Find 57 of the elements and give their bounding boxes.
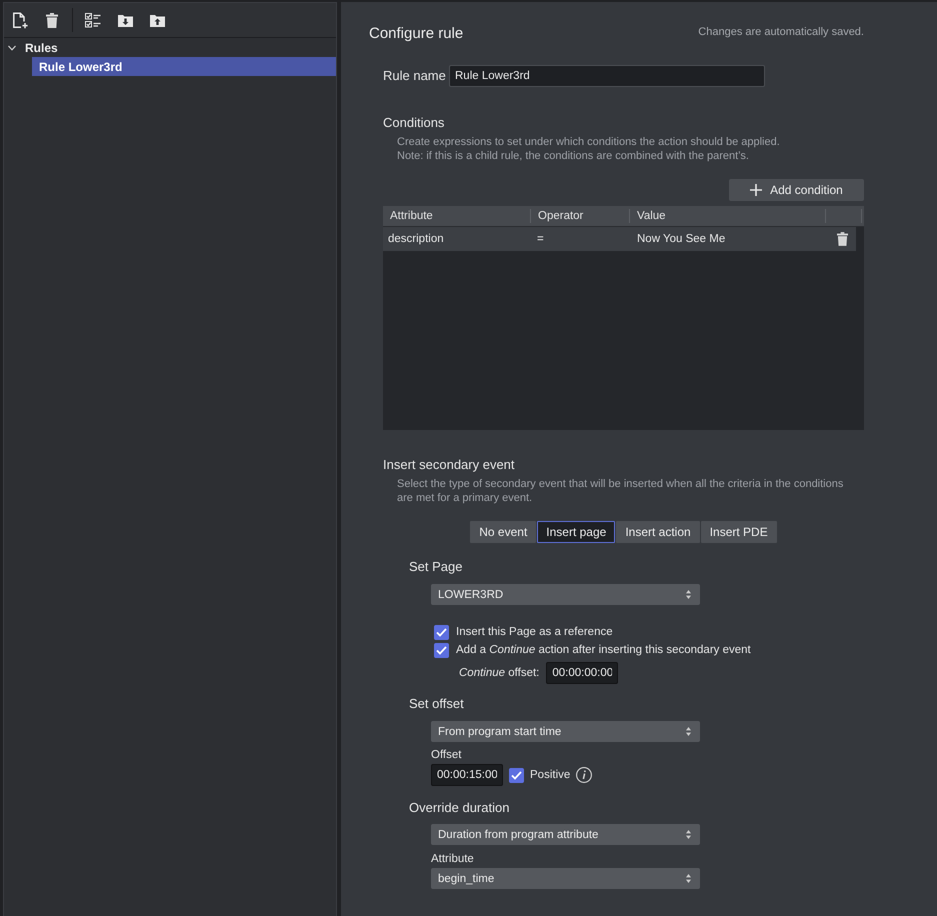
sort-arrows-icon — [686, 727, 691, 736]
event-type-tab[interactable]: Insert page — [537, 521, 616, 543]
section-title: Insert secondary event — [383, 457, 516, 473]
checklist-icon[interactable] — [85, 12, 101, 28]
trash-icon[interactable] — [837, 232, 848, 246]
field-label: Offset — [431, 748, 462, 762]
trash-icon[interactable] — [46, 12, 58, 28]
tree-item[interactable]: Rules — [4, 38, 336, 57]
checkmark-icon — [511, 770, 522, 780]
duration-select[interactable]: Duration from program attribute — [431, 824, 700, 845]
plus-icon — [750, 184, 762, 196]
attribute-select[interactable]: begin_time — [431, 868, 700, 889]
table-cell-text: = — [536, 233, 545, 245]
checkbox[interactable] — [434, 642, 449, 658]
checkbox[interactable] — [509, 768, 524, 782]
checkmark-icon — [436, 628, 447, 636]
checkbox-label: Add a Continue action after inserting this secondary event — [456, 644, 751, 656]
new-file-icon[interactable] — [12, 12, 28, 28]
checkbox[interactable] — [434, 624, 449, 640]
event-type-tab[interactable]: No event — [470, 521, 536, 543]
table-cell-text: description — [387, 233, 445, 245]
rule-name-field[interactable]: Rule Lower3rd — [449, 65, 765, 87]
section-title: Override duration — [409, 800, 510, 816]
page-select[interactable]: LOWER3RD — [431, 584, 700, 605]
section-title: Set offset — [409, 696, 465, 712]
offset-field[interactable]: 00:00:15:00 — [431, 764, 503, 786]
folder-download-icon[interactable] — [118, 14, 132, 26]
column-header: Operator — [531, 209, 630, 223]
field-label: Attribute — [431, 852, 475, 866]
continue-offset-field[interactable]: 00:00:00:00 — [546, 662, 618, 684]
checkbox-label: Insert this Page as a reference — [456, 626, 613, 638]
column-header: Value — [630, 209, 826, 223]
table-row[interactable]: description = Now You See Me — [383, 227, 856, 251]
checkmark-icon — [436, 646, 447, 654]
section-title: Set Page — [409, 559, 464, 575]
section-description: Create expressions to set under which conditions the action should be applied. — [396, 135, 781, 149]
checkbox-label: Positive — [530, 769, 570, 781]
section-title: Conditions — [383, 115, 446, 131]
info-icon[interactable] — [576, 767, 592, 783]
event-type-tab[interactable]: Insert PDE — [700, 521, 777, 543]
event-type-tab[interactable]: Insert action — [616, 521, 700, 543]
tree-item[interactable]: Rule Lower3rd — [32, 57, 336, 76]
page-title: Configure rule — [369, 24, 464, 42]
section-description: Note: if this is a child rule, the conditions are combined with the parent’s. — [396, 149, 750, 163]
chevron-down-icon[interactable] — [8, 44, 16, 52]
sort-arrows-icon — [686, 874, 691, 883]
autosave-note: Changes are automatically saved. — [698, 26, 864, 38]
add-condition-button[interactable]: Add condition — [729, 179, 864, 201]
folder-upload-icon[interactable] — [150, 14, 164, 26]
sort-arrows-icon — [686, 830, 691, 839]
offset-mode-select[interactable]: From program start time — [431, 721, 700, 742]
column-header: Attribute — [383, 209, 531, 223]
field-label: Rule name — [383, 68, 447, 82]
section-description: Select the type of secondary event that will be inserted when all the criteria in the conditions are met for a primary event. — [396, 477, 844, 505]
sort-arrows-icon — [686, 590, 691, 599]
field-label: Continue offset: — [459, 667, 540, 679]
table-cell-text: Now You See Me — [636, 233, 726, 245]
